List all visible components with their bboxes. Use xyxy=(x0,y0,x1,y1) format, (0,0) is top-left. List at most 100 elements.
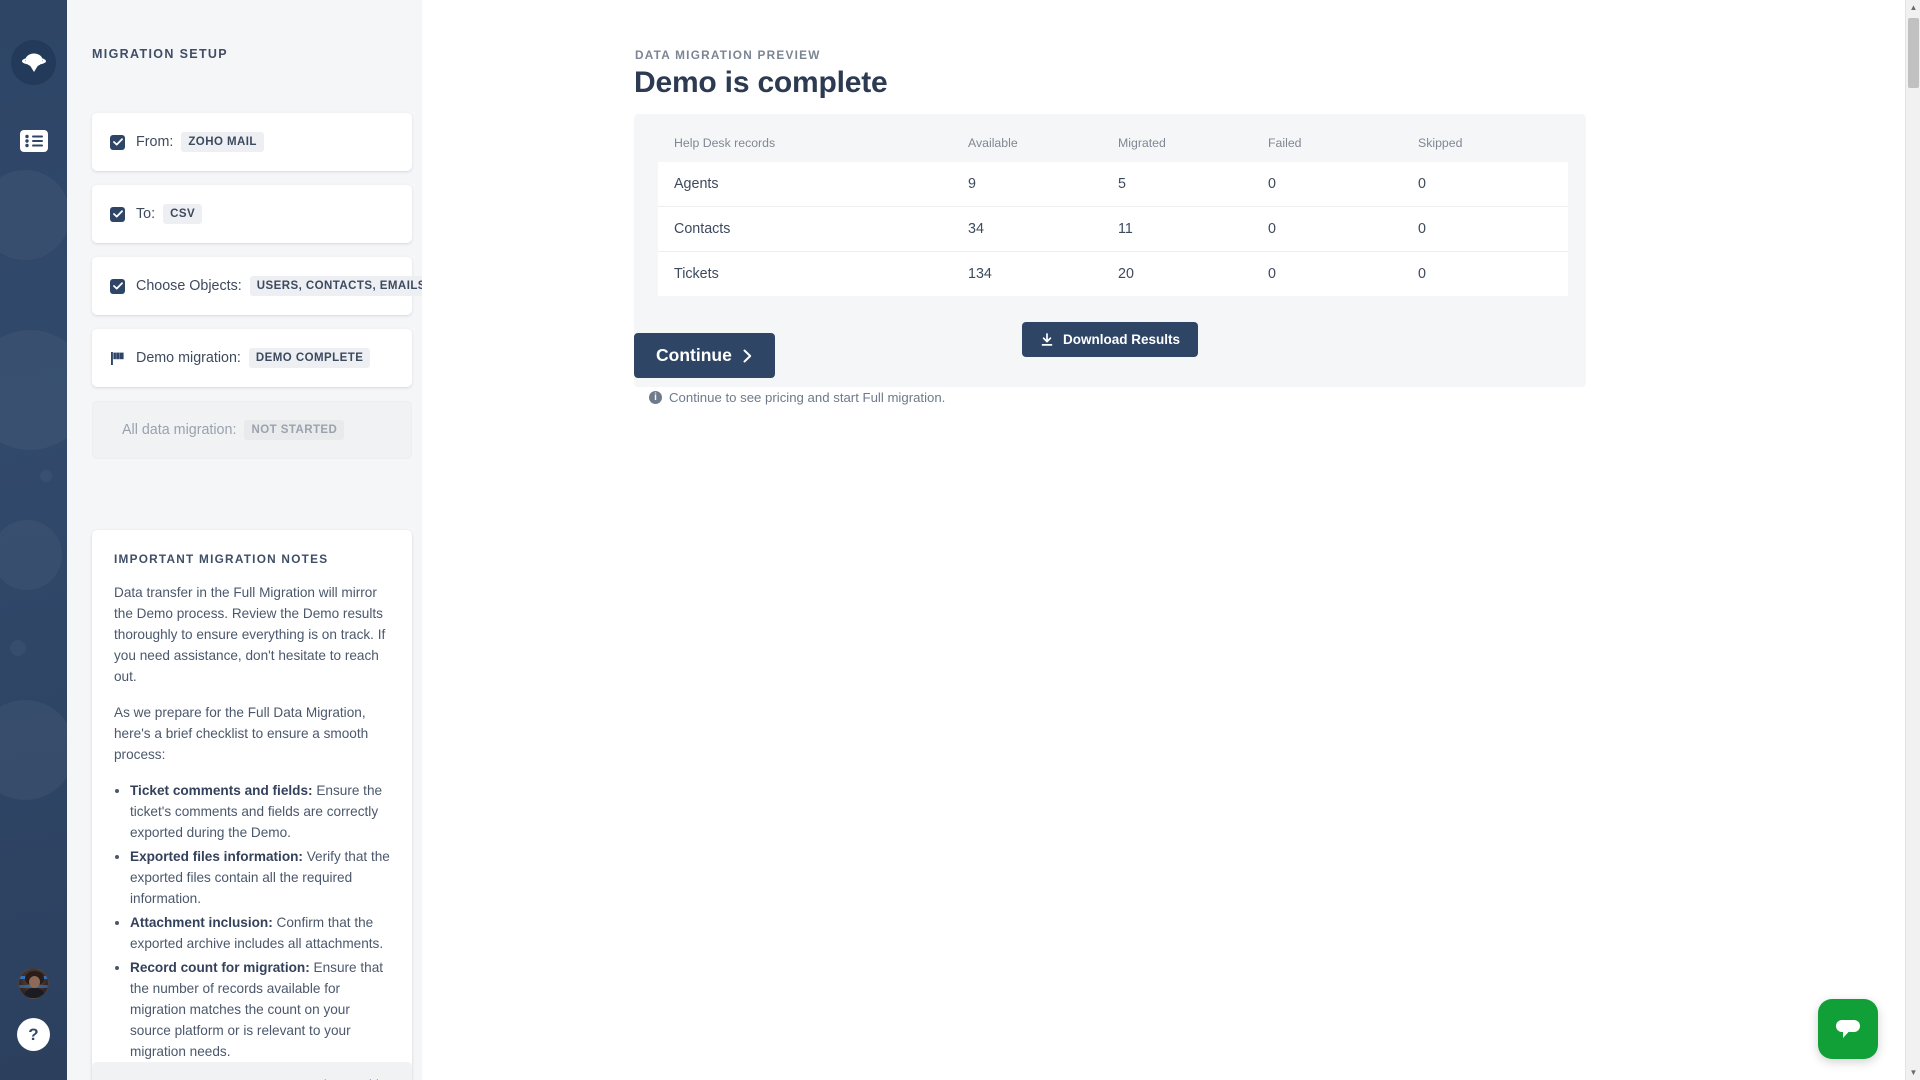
cell-migrated: 20 xyxy=(1118,251,1268,296)
continue-hint-text: Continue to see pricing and start Full m… xyxy=(669,390,946,405)
cell-available: 34 xyxy=(968,206,1118,252)
cell-record-name: Contacts xyxy=(658,206,968,252)
step-label: To: xyxy=(136,206,156,222)
decor-bubble xyxy=(0,700,67,800)
setup-step-choose-objects[interactable]: Choose Objects: USERS, CONTACTS, EMAILS xyxy=(92,257,433,315)
scrollbar-thumb[interactable] xyxy=(1908,18,1919,88)
decor-bubble xyxy=(0,520,62,590)
cell-failed: 0 xyxy=(1268,162,1418,207)
column-header-records: Help Desk records xyxy=(674,136,776,150)
cell-available: 9 xyxy=(968,162,1118,207)
download-results-label: Download Results xyxy=(1062,332,1180,347)
step-label: Choose Objects: xyxy=(136,278,242,294)
cell-record-name: Tickets xyxy=(658,251,968,296)
table-head: Help Desk records Available Migrated Fai… xyxy=(658,136,1568,162)
migration-results-table: Help Desk records Available Migrated Fai… xyxy=(658,136,1568,296)
avatar-decor xyxy=(24,988,45,998)
cell-skipped: 0 xyxy=(1418,206,1568,252)
column-header-failed: Failed xyxy=(1268,136,1302,150)
continue-button[interactable]: Continue xyxy=(634,333,775,378)
avatar-decor xyxy=(29,976,40,988)
step-value-badge: CSV xyxy=(163,204,203,224)
info-icon: i xyxy=(649,391,662,404)
table-row: Contacts 34 11 0 0 xyxy=(658,206,1568,252)
support-hours-card: SUPPORT HOURS Monday to Friday xyxy=(92,1062,412,1080)
setup-step-all-data-migration: All data migration: NOT STARTED xyxy=(92,401,412,459)
app-root: ? MIGRATION SETUP From: ZOHO MAIL To: CS… xyxy=(0,0,1920,1080)
chevron-right-icon xyxy=(743,349,752,362)
check-glyph xyxy=(112,282,123,290)
step-value-badge: NOT STARTED xyxy=(244,420,345,440)
step-label: All data migration: xyxy=(122,422,237,438)
important-migration-notes-card: IMPORTANT MIGRATION NOTES Data transfer … xyxy=(92,530,412,1080)
help-icon[interactable]: ? xyxy=(17,1018,50,1051)
setup-step-to[interactable]: To: CSV xyxy=(92,185,412,243)
download-icon xyxy=(1041,332,1053,346)
main-content: DATA MIGRATION PREVIEW Demo is complete … xyxy=(422,0,1920,1080)
notes-checklist: Ticket comments and fields: Ensure the t… xyxy=(130,780,390,1062)
checklist-term: Exported files information: xyxy=(130,849,303,864)
chat-bubble-icon xyxy=(1836,1020,1860,1038)
saturn-planet-logo xyxy=(21,53,46,72)
list-item: Ticket comments and fields: Ensure the t… xyxy=(130,780,390,843)
cell-available: 134 xyxy=(968,251,1118,296)
checkbox-checked-icon[interactable] xyxy=(110,278,125,294)
cell-migrated: 5 xyxy=(1118,162,1268,207)
decor-bubble xyxy=(0,330,67,450)
notes-title: IMPORTANT MIGRATION NOTES xyxy=(114,552,329,566)
decor-bubble xyxy=(0,170,67,260)
continue-hint: i Continue to see pricing and start Full… xyxy=(649,390,945,405)
cell-failed: 0 xyxy=(1268,251,1418,296)
checkbox-checked-icon[interactable] xyxy=(110,206,125,222)
column-header-migrated: Migrated xyxy=(1118,136,1166,150)
cell-skipped: 0 xyxy=(1418,162,1568,207)
step-value-badge: ZOHO MAIL xyxy=(181,132,264,152)
list-item: Exported files information: Verify that … xyxy=(130,846,390,909)
scroll-down-arrow[interactable]: ▼ xyxy=(1906,1065,1920,1080)
download-row: Download Results xyxy=(658,322,1562,357)
app-logo[interactable] xyxy=(11,40,56,85)
checkbox-checked-icon[interactable] xyxy=(110,134,125,150)
page-eyebrow: DATA MIGRATION PREVIEW xyxy=(635,48,821,62)
checklist-term: Ticket comments and fields: xyxy=(130,783,313,798)
cell-migrated: 11 xyxy=(1118,206,1268,252)
setup-step-demo-migration[interactable]: Demo migration: DEMO COMPLETE xyxy=(92,329,412,387)
notes-paragraph-2: As we prepare for the Full Data Migratio… xyxy=(114,705,369,762)
decor-bubble xyxy=(10,640,26,656)
step-value-badge: USERS, CONTACTS, EMAILS xyxy=(249,276,433,296)
setup-steps-list: From: ZOHO MAIL To: CSV Choose Objects: … xyxy=(92,113,433,473)
list-icon xyxy=(19,129,48,152)
flag-icon xyxy=(110,351,126,366)
check-glyph xyxy=(112,138,123,146)
list-item: Record count for migration: Ensure that … xyxy=(130,957,390,1062)
page-scrollbar[interactable]: ▲ ▼ xyxy=(1905,0,1920,1080)
flag-glyph xyxy=(111,351,124,365)
table-header-row: Help Desk records Available Migrated Fai… xyxy=(658,136,1568,162)
table-body: Agents 9 5 0 0 Contacts 34 11 0 0 Ticket… xyxy=(658,162,1568,296)
step-value-badge: DEMO COMPLETE xyxy=(248,348,371,368)
cell-skipped: 0 xyxy=(1418,251,1568,296)
checklist-term: Record count for migration: xyxy=(130,960,310,975)
migration-results-panel: Help Desk records Available Migrated Fai… xyxy=(634,114,1586,387)
sidebar-title: MIGRATION SETUP xyxy=(92,47,228,61)
chat-widget-button[interactable] xyxy=(1818,999,1878,1059)
cell-record-name: Agents xyxy=(658,162,968,207)
nav-help-label: ? xyxy=(28,1024,39,1044)
step-label: From: xyxy=(136,134,174,150)
avatar[interactable] xyxy=(18,968,49,999)
check-glyph xyxy=(112,210,123,218)
setup-step-from[interactable]: From: ZOHO MAIL xyxy=(92,113,412,171)
table-row: Tickets 134 20 0 0 xyxy=(658,251,1568,296)
left-nav-rail: ? xyxy=(0,0,67,1080)
step-label: Demo migration: xyxy=(136,350,241,366)
page-title: Demo is complete xyxy=(634,66,888,99)
sidebar-item-migrations-list[interactable] xyxy=(15,124,52,157)
checklist-term: Attachment inclusion: xyxy=(130,915,273,930)
download-results-button[interactable]: Download Results xyxy=(1021,322,1198,357)
notes-paragraph-1: Data transfer in the Full Migration will… xyxy=(114,585,386,684)
decor-bubble xyxy=(40,470,52,482)
scroll-up-arrow[interactable]: ▲ xyxy=(1906,0,1920,15)
column-header-available: Available xyxy=(968,136,1018,150)
cell-failed: 0 xyxy=(1268,206,1418,252)
list-item: Attachment inclusion: Confirm that the e… xyxy=(130,912,390,954)
